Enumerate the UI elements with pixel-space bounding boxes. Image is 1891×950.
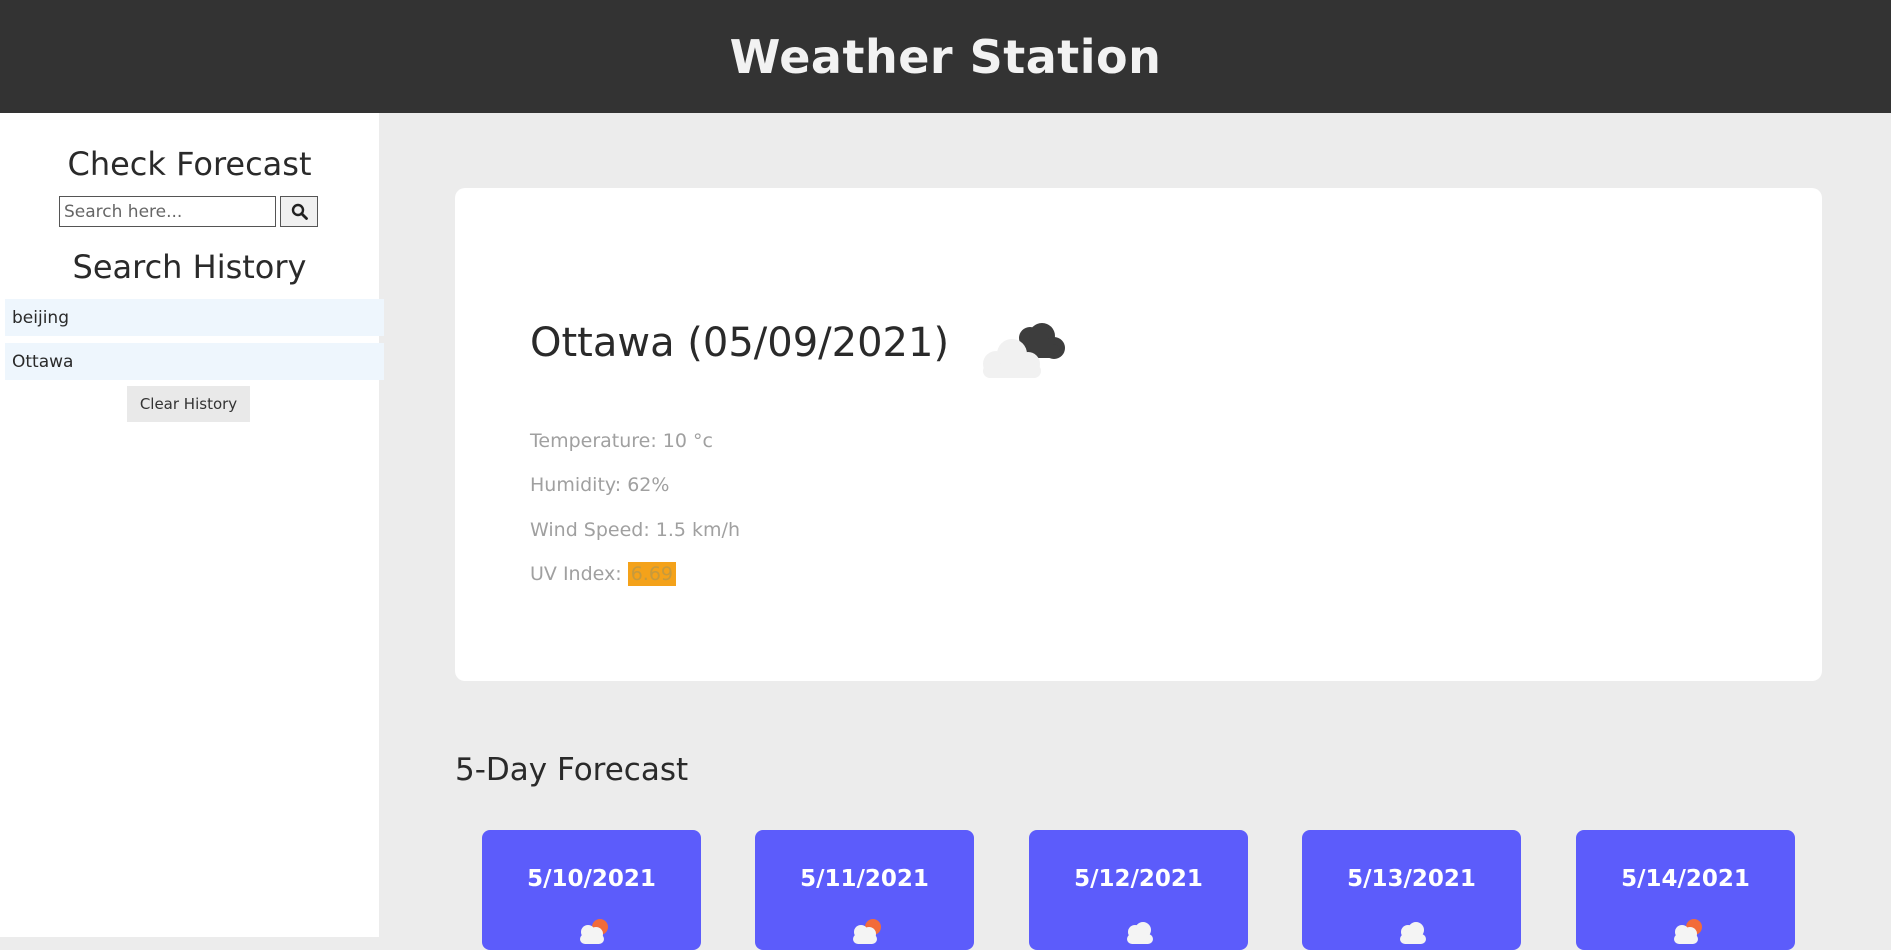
check-forecast-heading: Check Forecast (67, 145, 312, 183)
search-input[interactable] (59, 196, 276, 227)
forecast-row: 5/10/2021 5/11/2021 5/12/2021 5/13/2021 (482, 830, 1795, 950)
forecast-date: 5/11/2021 (800, 866, 929, 892)
search-history-list: beijing Ottawa (5, 299, 384, 387)
forecast-date: 5/12/2021 (1074, 866, 1203, 892)
forecast-date: 5/14/2021 (1621, 866, 1750, 892)
cloud-icon (1400, 922, 1426, 944)
uv-index-label: UV Index: (530, 563, 628, 585)
current-city-title: Ottawa (05/09/2021) (530, 320, 950, 366)
clear-history-button[interactable]: Clear History (127, 386, 250, 422)
cloud-icon (1127, 922, 1153, 944)
forecast-heading: 5-Day Forecast (455, 752, 689, 788)
uv-index-badge: 6.69 (627, 562, 677, 586)
app-header: Weather Station (0, 0, 1891, 113)
forecast-date: 5/13/2021 (1347, 866, 1476, 892)
day-cloudy-icon (580, 919, 608, 944)
search-icon (291, 203, 308, 220)
search-history-heading: Search History (72, 248, 307, 286)
history-item-ottawa[interactable]: Ottawa (5, 343, 384, 380)
sidebar: Check Forecast Search History beijing Ot… (0, 113, 384, 937)
temperature-text: Temperature: 10 °c (530, 430, 713, 452)
forecast-card: 5/11/2021 (755, 830, 974, 950)
search-row (59, 196, 318, 227)
wind-speed-text: Wind Speed: 1.5 km/h (530, 519, 741, 541)
day-cloudy-icon (853, 919, 881, 944)
humidity-text: Humidity: 62% (530, 474, 670, 496)
history-item-beijing[interactable]: beijing (5, 299, 384, 336)
current-weather-card: Ottawa (05/09/2021) Temperature: 10 °c H… (455, 188, 1822, 681)
forecast-card: 5/14/2021 (1576, 830, 1795, 950)
forecast-card: 5/13/2021 (1302, 830, 1521, 950)
uv-index-text: UV Index: 6.69 (530, 562, 677, 586)
app-title: Weather Station (729, 29, 1162, 84)
forecast-card: 5/10/2021 (482, 830, 701, 950)
forecast-date: 5/10/2021 (527, 866, 656, 892)
night-cloudy-icon (983, 323, 1065, 378)
day-cloudy-icon (1674, 919, 1702, 944)
search-button[interactable] (280, 196, 318, 227)
forecast-card: 5/12/2021 (1029, 830, 1248, 950)
